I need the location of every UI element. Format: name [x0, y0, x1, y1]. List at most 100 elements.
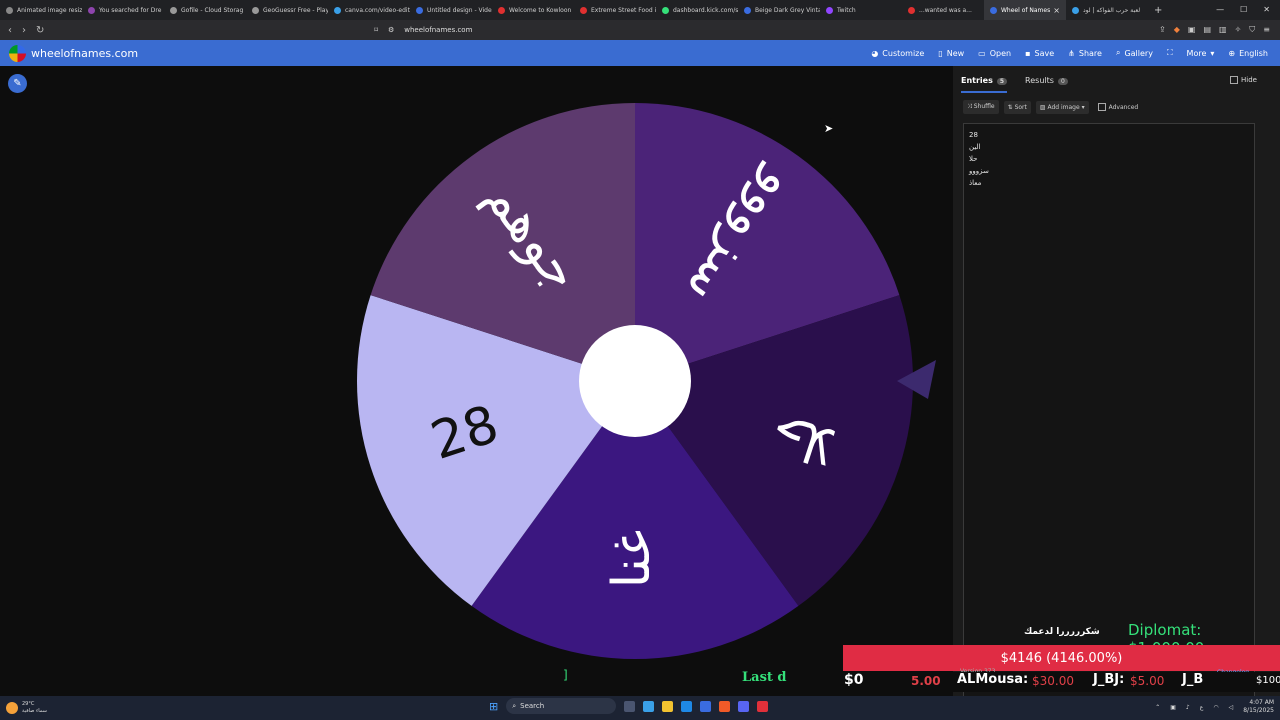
chevron-down-icon: ▾	[1210, 48, 1215, 58]
gallery-button[interactable]: ⌕ Gallery	[1116, 48, 1153, 58]
back-icon[interactable]: ‹	[8, 25, 12, 36]
tab-favicon-icon	[334, 6, 341, 14]
reload-icon[interactable]: ↻	[36, 25, 44, 36]
entries-textarea[interactable]: 28 الين حلا سزووو معاذ	[963, 123, 1255, 703]
task-view-icon[interactable]	[624, 700, 636, 712]
extensions-icon[interactable]: ▣	[1188, 25, 1196, 35]
browser-tab[interactable]: GeoGuessr Free - Play	[246, 0, 328, 20]
address-bar: ‹ › ↻ ⌑ ⚙ wheelofnames.com ⇪ ◆ ▣ ▤ ▥ ✧ ⛉…	[0, 20, 1280, 40]
keyboard-icon[interactable]: ع	[1200, 704, 1204, 711]
folder-icon: ▭	[978, 48, 986, 58]
tab-active[interactable]: Wheel of Names ×	[984, 0, 1066, 20]
menu-icon[interactable]: ≡	[1263, 25, 1270, 35]
wheel-slice-label: غنا	[602, 530, 662, 589]
new-button[interactable]: ▯ New	[938, 48, 964, 58]
share-icon[interactable]: ⇪	[1159, 25, 1166, 35]
add-image-button[interactable]: ▨ Add image ▾	[1035, 100, 1089, 114]
file-icon: ▯	[938, 48, 943, 58]
file-explorer-icon[interactable]	[662, 700, 674, 712]
entries-panel: Entries 5 Results 0 Hide ⤨ Shuffle ⇅ Sort …	[953, 66, 1280, 703]
wifi-icon[interactable]: ◠	[1213, 704, 1218, 711]
tab-favicon-icon	[416, 6, 423, 14]
taskbar-search[interactable]: ⌕ Search	[506, 698, 617, 714]
leo-icon[interactable]: ✧	[1235, 25, 1242, 35]
windows-start-icon[interactable]: ⊞	[489, 700, 498, 713]
copilot-icon[interactable]	[643, 700, 655, 712]
weather-widget[interactable]: 29°C سماء صافية	[6, 701, 47, 715]
tab-favicon-icon	[6, 6, 13, 14]
vpn-icon[interactable]: ⛉	[1249, 25, 1255, 35]
entry-line: معاذ	[969, 179, 982, 187]
wheel-center-button[interactable]	[579, 325, 691, 437]
share-button[interactable]: ⋔ Share	[1068, 48, 1102, 58]
volume-icon[interactable]: ◁	[1229, 704, 1234, 711]
tab-label: Gofile - Cloud Storag	[181, 6, 244, 14]
browser-tab[interactable]: ...wanted was a...	[902, 0, 984, 20]
browser-tab[interactable]: Welcome to Kowloon	[492, 0, 574, 20]
tray-chevron-icon[interactable]: ⌃	[1155, 704, 1160, 711]
hide-checkbox[interactable]	[1230, 76, 1239, 84]
tab-favicon-icon	[662, 6, 669, 14]
url-field[interactable]: wheelofnames.com	[404, 26, 472, 34]
hide-toggle[interactable]: Hide	[1230, 76, 1257, 84]
maximize-icon[interactable]: ☐	[1240, 5, 1247, 14]
browser-tab[interactable]: لعبة حرب الفواكه | لود	[1066, 0, 1148, 20]
entry-line: سزووو	[969, 167, 989, 175]
advanced-toggle[interactable]: Advanced	[1097, 103, 1138, 111]
browser-tab[interactable]: dashboard.kick.com/s	[656, 0, 738, 20]
browser-tab[interactable]: You searched for Dre	[82, 0, 164, 20]
store-icon[interactable]	[700, 700, 712, 712]
tab-favicon-icon	[744, 6, 751, 14]
browser-tab[interactable]: Untitled design - Vide	[410, 0, 492, 20]
tab-label: لعبة حرب الفواكه | لود	[1083, 6, 1141, 14]
brand-title[interactable]: wheelofnames.com	[31, 47, 138, 60]
shield-icon[interactable]: ◆	[1174, 25, 1180, 35]
tab-favicon-icon	[1072, 6, 1079, 14]
fullscreen-button[interactable]: ⛶	[1167, 48, 1173, 58]
discord-icon[interactable]	[738, 700, 750, 712]
obs-icon[interactable]	[757, 700, 769, 712]
search-icon: ⌕	[1115, 48, 1121, 57]
tab-favicon-icon	[252, 6, 259, 14]
tab-label: dashboard.kick.com/s	[673, 6, 738, 14]
save-button[interactable]: ▪ Save	[1025, 48, 1054, 58]
bookmark-icon[interactable]: ⌑	[374, 26, 378, 34]
shuffle-button[interactable]: ⤨ Shuffle	[963, 100, 999, 114]
browser-tab-strip: Animated image resiz You searched for Dre…	[0, 0, 1280, 20]
tray-app-icon[interactable]: ▣	[1170, 704, 1176, 711]
browser-tab[interactable]: canva.com/video-edit	[328, 0, 410, 20]
clock[interactable]: 4:07 AM 8/15/2025	[1243, 699, 1274, 715]
entry-line: 28	[969, 131, 978, 139]
mic-icon[interactable]: ♪	[1186, 704, 1190, 711]
globe-icon: ⊕	[1228, 48, 1236, 58]
app-header: wheelofnames.com ◕ Customize ▯ New ▭ Open ▪…	[0, 40, 1280, 66]
wallet-icon[interactable]: ▥	[1219, 25, 1227, 35]
open-button[interactable]: ▭ Open	[978, 48, 1011, 58]
sidebar-icon[interactable]: ▤	[1203, 25, 1211, 35]
wheel-logo-icon[interactable]	[9, 44, 26, 62]
close-tab-icon[interactable]: ×	[1053, 6, 1060, 15]
language-button[interactable]: ⊕ English	[1228, 48, 1268, 58]
tab-entries[interactable]: Entries 5	[961, 76, 1008, 93]
browser-tab[interactable]: Beige Dark Grey Vinta	[738, 0, 820, 20]
minimize-icon[interactable]: —	[1216, 5, 1224, 14]
forward-icon[interactable]: ›	[22, 25, 26, 36]
tab-label: GeoGuessr Free - Play	[263, 6, 328, 14]
new-tab-button[interactable]: +	[1154, 5, 1162, 16]
sort-button[interactable]: ⇅ Sort	[1003, 100, 1031, 114]
site-info-icon[interactable]: ⚙	[388, 26, 394, 34]
browser-tab[interactable]: Gofile - Cloud Storag	[164, 0, 246, 20]
edge-icon[interactable]	[681, 700, 693, 712]
sort-icon: ⇅	[1007, 103, 1015, 111]
brave-icon[interactable]	[719, 700, 731, 712]
browser-tab[interactable]: Extreme Street Food i	[574, 0, 656, 20]
results-count-badge: 0	[1057, 78, 1068, 85]
advanced-checkbox[interactable]	[1097, 103, 1106, 111]
more-button[interactable]: More ▾	[1187, 48, 1215, 58]
tab-results[interactable]: Results 0	[1025, 76, 1068, 93]
browser-tab[interactable]: Animated image resiz	[0, 0, 82, 20]
customize-button[interactable]: ◕ Customize	[871, 48, 924, 58]
wheel[interactable]: سزوووحلاغنا28جوهم	[0, 66, 953, 696]
browser-tab[interactable]: Twitch	[820, 0, 902, 20]
close-window-icon[interactable]: ✕	[1263, 5, 1270, 14]
